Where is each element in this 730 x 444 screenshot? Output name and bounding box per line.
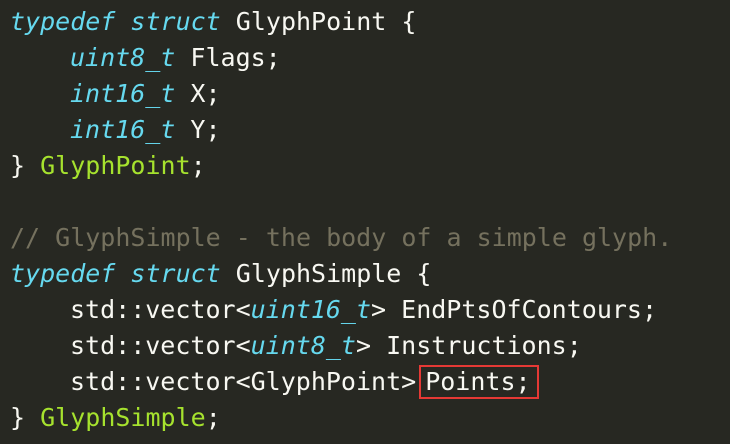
code-comment: // GlyphSimple - the body of a simple gl…: [10, 223, 673, 252]
type-int16: int16_t: [70, 115, 176, 144]
vector-glyphpoint: std::vector<GlyphPoint>: [70, 367, 417, 396]
field-points: Points;: [425, 367, 531, 396]
typedef-name-glyphpoint: GlyphPoint: [40, 151, 191, 180]
keyword-struct: struct: [130, 259, 221, 288]
field-y: Y;: [190, 115, 221, 144]
field-flags: Flags;: [190, 43, 281, 72]
type-uint16: uint16_t: [250, 295, 372, 324]
type-int16: int16_t: [70, 79, 176, 108]
vector-open: std::vector<: [70, 331, 251, 360]
keyword-typedef: typedef: [10, 7, 116, 36]
vector-open: std::vector<: [70, 295, 251, 324]
code-line-7: // GlyphSimple - the body of a simple gl…: [10, 220, 672, 256]
field-instructions: > Instructions;: [355, 331, 582, 360]
struct-header: GlyphSimple {: [235, 259, 432, 288]
code-line-8: typedef struct GlyphSimple {: [10, 256, 431, 292]
code-line-11: std::vector<GlyphPoint> Points;: [10, 364, 539, 400]
closing-brace: }: [10, 403, 26, 432]
keyword-struct: struct: [130, 7, 221, 36]
field-x: X;: [190, 79, 221, 108]
code-line-3: int16_t X;: [10, 76, 221, 112]
code-line-10: std::vector<uint8_t> Instructions;: [10, 328, 582, 364]
highlighted-points-field: Points;: [419, 365, 539, 399]
semicolon: ;: [190, 151, 206, 180]
field-endpts: > EndPtsOfContours;: [371, 295, 658, 324]
keyword-typedef: typedef: [10, 259, 116, 288]
code-editor: typedef struct GlyphPoint { uint8_t Flag…: [0, 0, 730, 444]
type-uint8: uint8_t: [250, 331, 356, 360]
closing-brace: }: [10, 151, 26, 180]
code-line-12: } GlyphSimple;: [10, 400, 221, 436]
code-line-4: int16_t Y;: [10, 112, 221, 148]
code-line-5: } GlyphPoint;: [10, 148, 206, 184]
code-line-1: typedef struct GlyphPoint {: [10, 4, 416, 40]
code-line-9: std::vector<uint16_t> EndPtsOfContours;: [10, 292, 657, 328]
code-line-2: uint8_t Flags;: [10, 40, 281, 76]
semicolon: ;: [205, 403, 221, 432]
typedef-name-glyphsimple: GlyphSimple: [40, 403, 206, 432]
struct-header: GlyphPoint {: [235, 7, 417, 36]
type-uint8: uint8_t: [70, 43, 176, 72]
